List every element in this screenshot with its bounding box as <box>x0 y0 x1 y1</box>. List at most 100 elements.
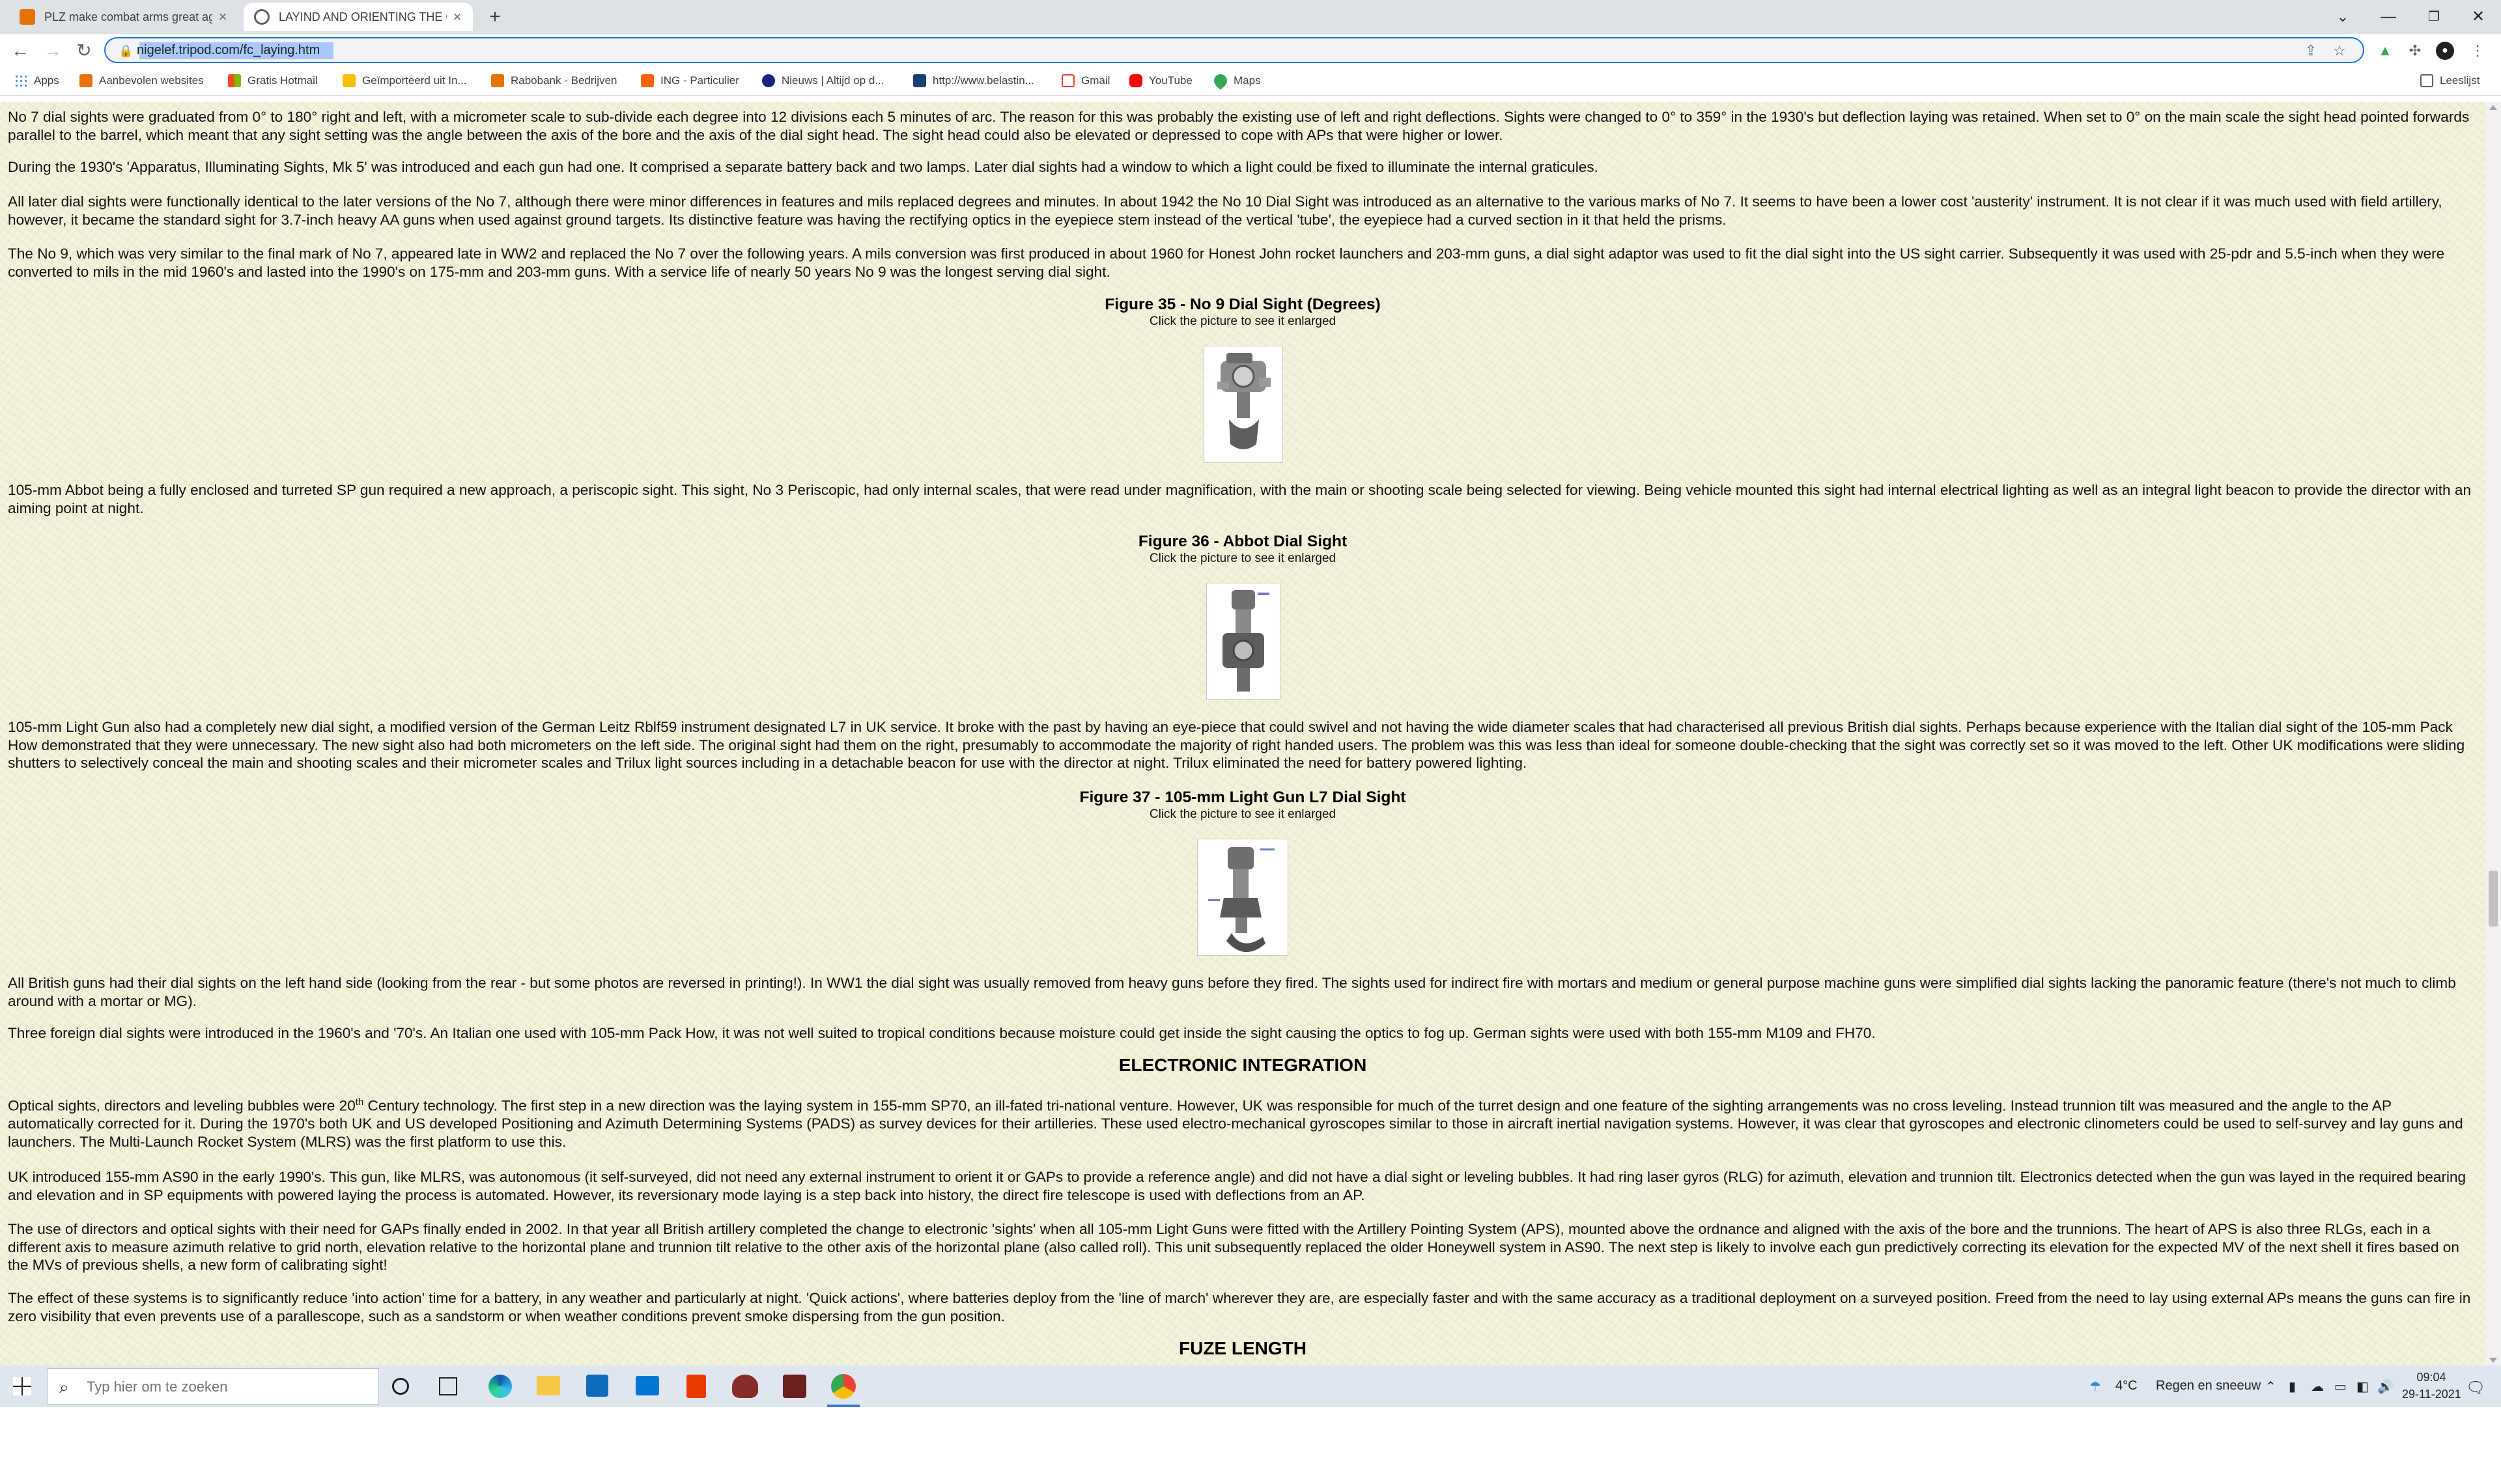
paragraph-as90: UK introduced 155-mm AS90 in the early 1… <box>8 1169 2466 1203</box>
bookmark-ing[interactable]: ING - Particulier <box>641 73 739 89</box>
forward-arrow-icon[interactable]: → <box>43 41 63 61</box>
article-page: No 7 dial sights were graduated from 0° … <box>0 102 2485 1365</box>
close-icon[interactable]: × <box>215 9 231 25</box>
map-pin-icon <box>1211 71 1230 91</box>
reading-list-icon <box>2420 74 2433 87</box>
extensions-puzzle-icon[interactable]: ✣ <box>2406 42 2424 60</box>
chevron-up-icon[interactable]: ⌃ <box>2265 1379 2276 1395</box>
bookmark-label: http://www.belastin... <box>933 74 1034 87</box>
paragraph-aps: The use of directors and optical sights … <box>8 1221 2459 1273</box>
paragraph-left-side-sights: All British guns had their dial sights o… <box>8 975 2456 1009</box>
scroll-down-arrow-icon[interactable] <box>2489 1358 2497 1363</box>
bookmark-label: Maps <box>1234 74 1261 87</box>
paragraph-abbot: 105-mm Abbot being a fully enclosed and … <box>8 482 2472 516</box>
weather-temperature[interactable]: 4°C <box>2115 1379 2138 1393</box>
bookmark-maps[interactable]: Maps <box>1211 71 1261 91</box>
bookmark-nieuws[interactable]: Nieuws | Altijd op d... <box>762 73 884 89</box>
network-icon[interactable]: ▭ <box>2334 1379 2347 1395</box>
mail-icon[interactable] <box>636 1376 659 1395</box>
search-icon: ⌕ <box>59 1377 69 1397</box>
weather-description[interactable]: Regen en sneeuw <box>2156 1379 2261 1393</box>
bookmark-rabobank[interactable]: Rabobank - Bedrijven <box>491 73 617 89</box>
menu-kebab-icon[interactable]: ⋮ <box>2468 42 2487 60</box>
language-icon[interactable]: ◧ <box>2356 1379 2369 1395</box>
figure-36-image-link[interactable] <box>1206 583 1280 700</box>
clock-time[interactable]: 09:04 <box>2402 1371 2461 1384</box>
apps-grid-icon <box>14 74 27 87</box>
bookmark-label: Geïmporteerd uit In... <box>362 74 467 87</box>
file-explorer-icon[interactable] <box>537 1376 560 1395</box>
url-input[interactable] <box>137 42 2091 59</box>
taskbar-search-input[interactable] <box>87 1378 367 1396</box>
bookmark-label: YouTube <box>1149 74 1193 87</box>
figure-35-title: Figure 35 - No 9 Dial Sight (Degrees) <box>1105 296 1381 313</box>
paragraph-later-dial-sights: All later dial sights were functionally … <box>8 193 2442 228</box>
gmail-icon <box>1062 74 1075 87</box>
site-favicon-icon <box>491 74 504 87</box>
bookmark-star-icon[interactable]: ☆ <box>2330 42 2349 60</box>
bookmark-label: Aanbevolen websites <box>99 74 204 87</box>
volume-icon[interactable]: 🔊 <box>2377 1379 2394 1395</box>
l7-dial-sight-image <box>1208 847 1275 953</box>
profile-avatar[interactable]: ● <box>2436 42 2454 60</box>
app-icon[interactable] <box>783 1375 806 1398</box>
abbot-sight-image <box>1222 590 1269 692</box>
close-window-button[interactable]: ✕ <box>2455 0 2501 34</box>
restore-button[interactable]: ❐ <box>2411 0 2457 34</box>
bookmark-label: Gmail <box>1081 74 1110 87</box>
bookmark-youtube[interactable]: YouTube <box>1129 73 1193 89</box>
address-bar[interactable]: 🔒 ⇪ ☆ <box>104 37 2364 63</box>
bookmark-label: Nieuws | Altijd op d... <box>782 74 884 87</box>
figure-35-image-link[interactable] <box>1204 346 1283 463</box>
browser-chrome: PLZ make combat arms great ag × LAYIND A… <box>0 0 2501 102</box>
scrollbar-thumb[interactable] <box>2489 870 2498 927</box>
site-favicon-icon <box>762 74 775 87</box>
browser-toolbar: ← → ↻ 🔒 ⇪ ☆ ▲ ✣ ● ⋮ <box>0 34 2501 66</box>
bookmark-label: Gratis Hotmail <box>247 74 318 87</box>
bookmark-aanbevolen[interactable]: Aanbevolen websites <box>79 73 204 89</box>
minimize-button[interactable]: — <box>2366 0 2411 34</box>
weather-icon[interactable]: ☂ <box>2089 1379 2101 1395</box>
game-app-icon[interactable] <box>732 1375 758 1398</box>
office-icon[interactable] <box>686 1375 706 1398</box>
figure-37-title: Figure 37 - 105-mm Light Gun L7 Dial Sig… <box>1079 789 1406 806</box>
onedrive-cloud-icon[interactable]: ☁ <box>2311 1379 2324 1395</box>
bookmark-folder-imported[interactable]: Geïmporteerd uit In... <box>343 73 467 89</box>
bookmark-apps[interactable]: Apps <box>14 73 59 89</box>
bookmark-gmail[interactable]: Gmail <box>1062 73 1110 89</box>
share-icon[interactable]: ⇪ <box>2302 42 2320 60</box>
new-tab-button[interactable]: + <box>478 0 512 34</box>
folder-icon <box>343 74 356 87</box>
reading-list[interactable]: Leeslijst <box>2420 73 2480 89</box>
section-heading-fuze-length: FUZE LENGTH <box>1179 1338 1307 1358</box>
chrome-icon[interactable] <box>831 1374 856 1399</box>
tab-plz-combat-arms[interactable]: PLZ make combat arms great ag × <box>9 3 238 31</box>
bookmark-gratis-hotmail[interactable]: Gratis Hotmail <box>228 73 318 89</box>
reload-icon[interactable]: ↻ <box>74 41 94 61</box>
microsoft-store-icon[interactable] <box>586 1375 608 1397</box>
paragraph-optical-sights: Optical sights, directors and leveling b… <box>8 1097 2463 1150</box>
back-arrow-icon[interactable]: ← <box>10 41 30 61</box>
tab-title: PLZ make combat arms great ag <box>44 10 212 23</box>
battery-icon[interactable]: ▮ <box>2289 1379 2296 1395</box>
tab-search-icon[interactable]: ⌄ <box>2320 0 2366 34</box>
tab-strip: PLZ make combat arms great ag × LAYIND A… <box>0 0 2501 34</box>
figure-37-image-link[interactable] <box>1197 839 1288 956</box>
scroll-up-arrow-icon[interactable] <box>2489 105 2497 110</box>
clock-date[interactable]: 29-11-2021 <box>2402 1388 2461 1401</box>
tab-laying-orienting[interactable]: LAYIND AND ORIENTING THE GU × <box>244 3 473 31</box>
google-drive-extension-icon[interactable]: ▲ <box>2376 42 2394 60</box>
edge-browser-icon[interactable] <box>488 1375 512 1398</box>
task-view-icon[interactable] <box>439 1377 457 1395</box>
windows-taskbar: ⌕ ☂ 4°C Regen en sneeuw ⌃ ▮ ☁ ▭ ◧ 🔊 09:0… <box>0 1365 2501 1407</box>
paragraph-no7-graduation: No 7 dial sights were graduated from 0° … <box>8 109 2470 143</box>
page-scrollbar[interactable] <box>2485 102 2501 1365</box>
windows-start-icon[interactable] <box>13 1377 31 1395</box>
taskbar-search[interactable]: ⌕ <box>47 1368 379 1405</box>
cortana-icon[interactable] <box>392 1378 409 1395</box>
bookmark-belastingdienst[interactable]: http://www.belastin... <box>913 73 1034 89</box>
close-icon[interactable]: × <box>449 9 465 25</box>
lock-icon[interactable]: 🔒 <box>119 44 133 58</box>
notification-center-icon[interactable]: 🗨 <box>2466 1379 2485 1397</box>
globe-icon <box>254 9 270 25</box>
